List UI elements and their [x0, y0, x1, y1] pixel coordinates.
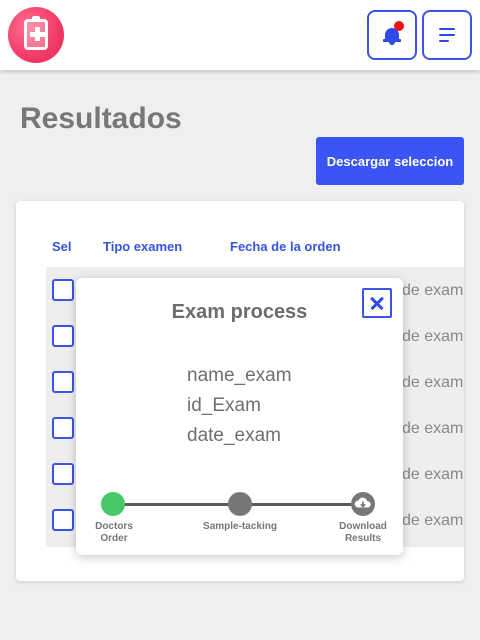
medical-clipboard-icon	[24, 16, 48, 50]
column-header-tipo-examen[interactable]: Tipo examen	[103, 239, 182, 254]
step-doctors-order-marker	[101, 492, 125, 516]
row-checkbox[interactable]	[52, 325, 74, 347]
exam-type-cell: de examen	[402, 374, 464, 391]
top-app-bar	[0, 0, 480, 70]
page-title: Resultados	[20, 102, 182, 135]
app-logo[interactable]	[8, 7, 64, 63]
notifications-button[interactable]	[367, 10, 417, 60]
step-sample-taking-marker	[228, 492, 252, 516]
row-checkbox[interactable]	[52, 371, 74, 393]
column-header-fecha-orden[interactable]: Fecha de la orden	[230, 239, 341, 254]
exam-date-field: date_exam	[187, 425, 282, 446]
step-sample-taking-label: Sample-tacking	[203, 521, 277, 532]
row-checkbox[interactable]	[52, 279, 74, 301]
exam-type-cell: de examen	[402, 512, 464, 529]
exam-name-field: name_exam	[187, 365, 292, 386]
exam-type-cell: de examen	[402, 328, 464, 345]
step-download-results-marker[interactable]	[351, 492, 375, 516]
download-selection-button[interactable]: Descargar seleccion	[316, 137, 464, 185]
exam-type-cell: de examen	[402, 282, 464, 299]
row-checkbox[interactable]	[52, 509, 74, 531]
row-checkbox[interactable]	[52, 417, 74, 439]
exam-type-cell: de examen	[402, 420, 464, 437]
exam-id-field: id_Exam	[187, 395, 261, 416]
step-doctors-order-label: Doctors Order	[95, 521, 133, 544]
row-checkbox[interactable]	[52, 463, 74, 485]
notification-badge	[394, 21, 404, 31]
menu-button[interactable]	[422, 10, 472, 60]
cloud-download-icon	[354, 497, 371, 508]
hamburger-menu-icon	[439, 28, 455, 30]
step-download-results-label: Download Results	[339, 521, 387, 544]
dialog-title: Exam process	[171, 301, 308, 323]
exam-type-cell: de examen	[402, 466, 464, 483]
column-header-sel[interactable]: Sel	[52, 239, 72, 254]
exam-process-dialog: Exam process name_exam id_Exam date_exam…	[76, 278, 403, 555]
